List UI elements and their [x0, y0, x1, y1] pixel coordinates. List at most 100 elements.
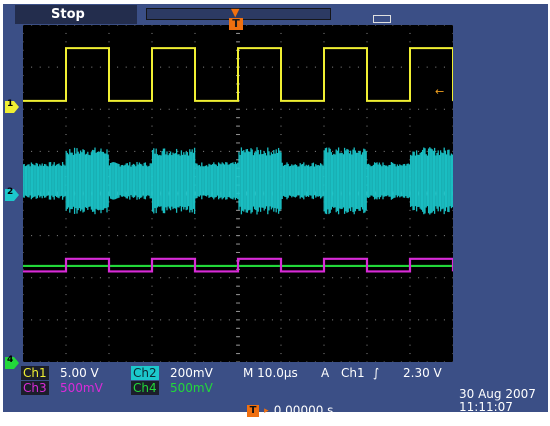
grid-dot [22, 277, 24, 279]
grid-dot [306, 319, 308, 321]
grid-dot [340, 66, 342, 68]
grid-dot [74, 361, 76, 363]
grid-dot [151, 277, 153, 279]
grid-dot [340, 150, 342, 152]
grid-dot [280, 243, 282, 245]
grid-dot [366, 251, 368, 253]
grid-dot [349, 24, 351, 26]
grid-dot [134, 361, 136, 363]
grid-dot [168, 108, 170, 110]
grid-dot [366, 302, 368, 304]
grid-dot [220, 108, 222, 110]
grid-dot [443, 66, 445, 68]
grid-dot [366, 353, 368, 355]
grid-dot [22, 117, 24, 119]
grid-dot [22, 58, 24, 60]
grid-dot [56, 108, 58, 110]
ch3-label[interactable]: Ch3 [21, 381, 49, 395]
grid-dot [435, 108, 437, 110]
ch2-ground-marker[interactable]: 2 [5, 186, 19, 201]
grid-dot [409, 32, 411, 34]
trigger-level-arrow-icon: ← [435, 85, 445, 98]
grid-dot [409, 294, 411, 296]
grid-dot [39, 24, 41, 26]
grid-dot [65, 327, 67, 329]
grid-dot [22, 310, 24, 312]
grid-dot [39, 235, 41, 237]
grid-dot [271, 66, 273, 68]
grid-dot [452, 142, 454, 144]
grid-dot [366, 310, 368, 312]
grid-dot [340, 24, 342, 26]
ch1-label[interactable]: Ch1 [21, 366, 49, 380]
grid-dot [297, 277, 299, 279]
run-stop-indicator[interactable]: Stop [15, 5, 137, 24]
trigger-position[interactable]: T ▸ 0.00000 s [247, 400, 333, 419]
grid-dot [22, 66, 24, 68]
grid-dot [383, 277, 385, 279]
grid-dot [22, 142, 24, 144]
grid-dot [452, 125, 454, 127]
grid-dot [185, 277, 187, 279]
horizontal-scale[interactable]: M 10.0μs [243, 366, 298, 380]
grid-dot [280, 108, 282, 110]
grid-dot [409, 353, 411, 355]
grid-dot [289, 66, 291, 68]
grid-dot [323, 32, 325, 34]
grid-dot [65, 294, 67, 296]
grid-dot [151, 142, 153, 144]
grid-dot [177, 24, 179, 26]
grid-dot [125, 108, 127, 110]
trigger-level[interactable]: 2.30 V [403, 366, 442, 380]
grid-dot [160, 150, 162, 152]
grid-dot [392, 361, 394, 363]
grid-dot [323, 142, 325, 144]
grid-dot [357, 24, 359, 26]
grid-dot [31, 319, 33, 321]
grid-dot [409, 125, 411, 127]
grid-dot [375, 66, 377, 68]
ch1-ground-marker[interactable]: 1 [5, 98, 19, 113]
grid-dot [56, 24, 58, 26]
grid-dot [409, 361, 411, 363]
grid-dot [280, 134, 282, 136]
grid-dot [48, 66, 50, 68]
grid-dot [418, 66, 420, 68]
grid-dot [254, 361, 256, 363]
grid-dot [134, 108, 136, 110]
grid-dot [56, 150, 58, 152]
grid-dot [366, 226, 368, 228]
grid-dot [151, 134, 153, 136]
grid-dot [452, 134, 454, 136]
grid-dot [91, 108, 93, 110]
grid-dot [142, 235, 144, 237]
grid-dot [168, 277, 170, 279]
ch4-ground-marker[interactable]: 4 [5, 354, 19, 369]
grid-dot [357, 277, 359, 279]
grid-dot [194, 319, 196, 321]
ch4-label[interactable]: Ch4 [131, 381, 159, 395]
grid-dot [31, 361, 33, 363]
grid-dot [280, 235, 282, 237]
grid-dot [289, 361, 291, 363]
grid-dot [108, 294, 110, 296]
grid-dot [383, 150, 385, 152]
ch2-label[interactable]: Ch2 [131, 366, 159, 380]
grid-dot [452, 209, 454, 211]
grid-dot [332, 319, 334, 321]
run-state-label: Stop [51, 7, 85, 22]
grid-dot [418, 150, 420, 152]
ch4-scale: 500mV [170, 381, 213, 395]
grid-dot [220, 150, 222, 152]
grid-dot [65, 319, 67, 321]
grid-dot [39, 361, 41, 363]
grid-dot [82, 66, 84, 68]
grid-dot [426, 319, 428, 321]
grid-dot [366, 41, 368, 43]
grid-dot [74, 319, 76, 321]
grid-dot [323, 108, 325, 110]
timestamp: 30 Aug 2007 11:11:07 [459, 388, 536, 414]
grid-dot [151, 251, 153, 253]
grid-dot [74, 235, 76, 237]
grid-dot [203, 277, 205, 279]
